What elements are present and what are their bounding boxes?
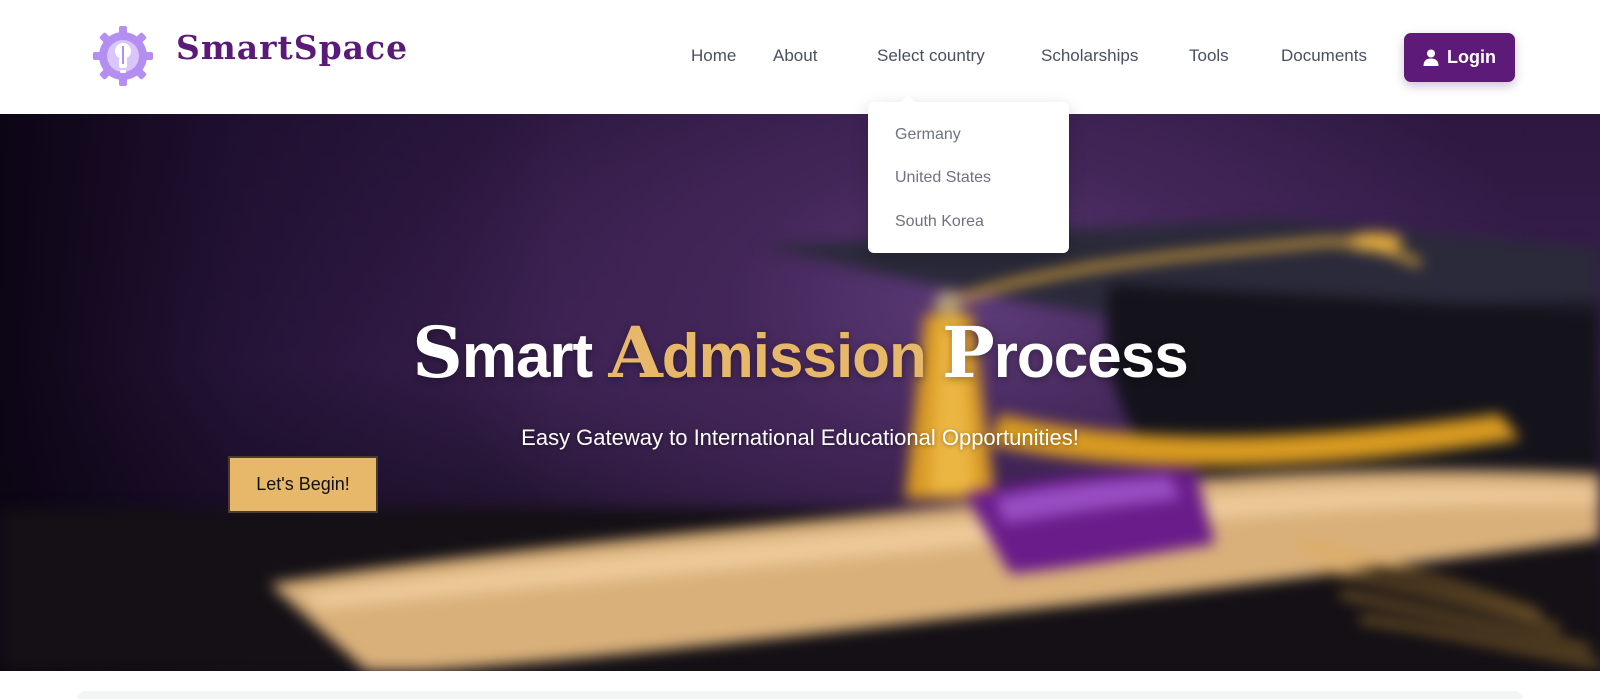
hero-content: Smart Admission Process Easy Gateway to … bbox=[0, 114, 1600, 671]
hero-title-letter-a: A bbox=[608, 311, 662, 394]
dropdown-caret bbox=[900, 95, 916, 103]
hero-title-letter-s: S bbox=[412, 311, 463, 394]
country-dropdown-menu: Germany United States South Korea bbox=[868, 102, 1069, 253]
nav-documents[interactable]: Documents bbox=[1281, 46, 1367, 66]
nav-about[interactable]: About bbox=[773, 46, 817, 66]
login-label: Login bbox=[1447, 47, 1496, 67]
brand-name[interactable]: SmartSpace bbox=[176, 28, 408, 67]
nav-scholarships[interactable]: Scholarships bbox=[1041, 46, 1138, 66]
login-button[interactable]: Login bbox=[1404, 33, 1515, 82]
content-card-edge bbox=[78, 691, 1522, 699]
lets-begin-button[interactable]: Let's Begin! bbox=[228, 456, 378, 513]
hero-banner: Smart Admission Process Easy Gateway to … bbox=[0, 114, 1600, 671]
hero-title-word-admission: dmission bbox=[661, 322, 927, 391]
gear-bulb-logo-icon[interactable] bbox=[91, 24, 155, 88]
nav-select-country[interactable]: Select country bbox=[877, 46, 985, 66]
dropdown-item-germany[interactable]: Germany bbox=[895, 126, 961, 144]
dropdown-item-south-korea[interactable]: South Korea bbox=[895, 213, 984, 231]
hero-title: Smart Admission Process bbox=[0, 311, 1600, 394]
dropdown-item-united-states[interactable]: United States bbox=[895, 169, 991, 187]
user-icon bbox=[1423, 49, 1439, 66]
nav-tools[interactable]: Tools bbox=[1189, 46, 1229, 66]
hero-title-letter-p: P bbox=[942, 311, 995, 394]
hero-title-word-smart: mart bbox=[461, 322, 593, 391]
hero-subtitle: Easy Gateway to International Educationa… bbox=[521, 425, 1079, 450]
nav-home[interactable]: Home bbox=[691, 46, 736, 66]
hero-title-word-process: rocess bbox=[993, 322, 1189, 391]
site-header: SmartSpace Home About Select country Sch… bbox=[0, 0, 1600, 114]
